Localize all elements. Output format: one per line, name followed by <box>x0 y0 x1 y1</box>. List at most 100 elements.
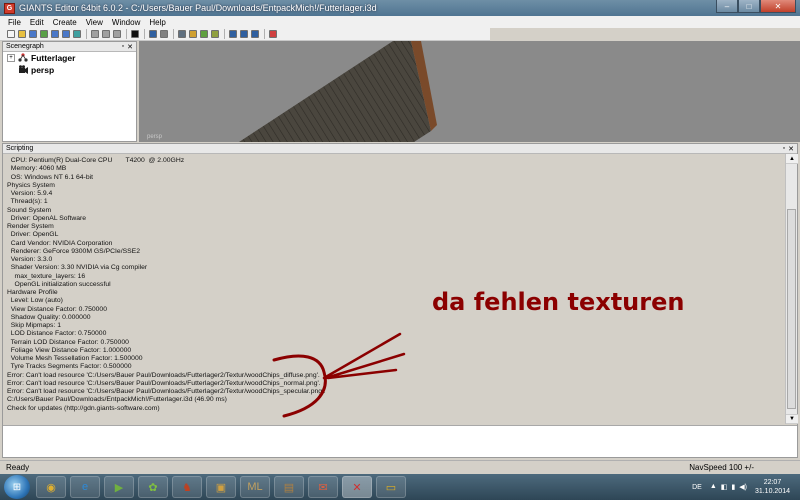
snap-icon-glyph <box>160 30 168 38</box>
3d-viewport[interactable]: persp <box>139 41 800 142</box>
scale-icon-glyph <box>251 30 259 38</box>
toolbar-separator <box>86 29 87 39</box>
select-icon[interactable] <box>148 29 158 39</box>
status-bar: Ready NavSpeed 100 +/- <box>0 460 800 474</box>
menu-window[interactable]: Window <box>108 18 145 27</box>
close-button[interactable]: ✕ <box>760 0 796 13</box>
scroll-down-icon[interactable]: ▼ <box>786 414 798 424</box>
import-icon[interactable] <box>39 29 49 39</box>
undo-icon[interactable] <box>90 29 100 39</box>
move-icon[interactable] <box>228 29 238 39</box>
menu-create[interactable]: Create <box>49 18 82 27</box>
clock-time: 22:07 <box>763 479 782 486</box>
float-panel-icon[interactable]: ▫ <box>783 145 785 153</box>
language-indicator[interactable]: DE <box>692 484 702 491</box>
log-scrollbar[interactable]: ▲ ▼ <box>785 154 798 424</box>
clock[interactable]: 22:07 31.10.2014 <box>755 478 790 496</box>
float-panel-icon[interactable]: ▫ <box>122 43 124 51</box>
log-line: Renderer: GeForce 9300M GS/PCIe/SSE2 <box>7 247 140 255</box>
expand-icon[interactable]: + <box>7 54 15 62</box>
terrain-paint-icon[interactable] <box>188 29 198 39</box>
game-icon-1[interactable]: ♞ <box>172 476 202 498</box>
camera-label: persp <box>147 134 163 140</box>
menu-help[interactable]: Help <box>145 18 170 27</box>
network-icon[interactable]: ▮ <box>731 483 735 491</box>
save-icon-glyph <box>29 30 37 38</box>
roof-model <box>239 41 437 142</box>
script-input[interactable] <box>3 425 797 457</box>
bookmark-icon[interactable] <box>268 29 278 39</box>
show-hidden-icons-icon[interactable]: ▲ <box>710 483 717 491</box>
foliage-paint-icon[interactable] <box>199 29 209 39</box>
farming-sim-icon[interactable]: ✿ <box>138 476 168 498</box>
toolbar-separator <box>144 29 145 39</box>
scenegraph-header: Scenegraph ▫ ✕ <box>3 42 136 52</box>
taskbar-apps: ◉ e ▶ ✿ ♞ ▣ ML ▤ ✉ ✕ ▭ <box>34 476 408 498</box>
export-icon-glyph <box>51 30 59 38</box>
delete-icon-glyph <box>113 30 121 38</box>
open-folder-icon[interactable] <box>17 29 27 39</box>
log-line: Card Vendor: NVIDIA Corporation <box>7 239 113 247</box>
internet-explorer-icon[interactable]: e <box>70 476 100 498</box>
toolbar-separator <box>173 29 174 39</box>
action-center-icon[interactable]: ◧ <box>721 483 728 491</box>
maximize-button[interactable]: □ <box>738 0 760 13</box>
menu-edit[interactable]: Edit <box>26 18 49 27</box>
new-file-icon[interactable] <box>6 29 16 39</box>
chrome-icon[interactable]: ◉ <box>36 476 66 498</box>
toolbar-separator <box>126 29 127 39</box>
reload-icon[interactable] <box>72 29 82 39</box>
tree-item-label: Futterlager <box>31 53 76 63</box>
save-as-icon[interactable] <box>61 29 71 39</box>
game-icon-2[interactable]: ▣ <box>206 476 236 498</box>
camera-icon[interactable] <box>177 29 187 39</box>
log-line: OS: Windows NT 6.1 64-bit <box>7 173 93 181</box>
log-line: Version: 5.9.4 <box>7 190 53 197</box>
window-title: GIANTS Editor 64bit 6.0.2 - C:/Users/Bau… <box>19 3 377 13</box>
menu-bar: File Edit Create View Window Help <box>0 16 800 28</box>
ml-icon[interactable]: ML <box>240 476 270 498</box>
play-icon[interactable] <box>130 29 140 39</box>
mail-icon[interactable]: ✉ <box>308 476 338 498</box>
scenegraph-title: Scenegraph <box>6 43 44 50</box>
terrain-sculpt-icon[interactable] <box>210 29 220 39</box>
redo-icon[interactable] <box>101 29 111 39</box>
tree-item-futterlager[interactable]: + Futterlager <box>3 52 136 64</box>
taskbar: ⊞ ◉ e ▶ ✿ ♞ ▣ ML ▤ ✉ ✕ ▭ DE ▲ ◧ ▮ ◀) 22:07 31.10.2… <box>0 474 800 500</box>
delete-icon[interactable] <box>112 29 122 39</box>
scroll-up-icon[interactable]: ▲ <box>786 154 798 164</box>
redo-icon-glyph <box>102 30 110 38</box>
scroll-thumb[interactable] <box>787 209 796 409</box>
annotation-text: da fehlen texturen <box>432 288 685 316</box>
tree-item-persp[interactable]: persp <box>3 64 136 76</box>
minimize-button[interactable]: – <box>716 0 738 13</box>
rotate-icon[interactable] <box>239 29 249 39</box>
toolbar-separator <box>264 29 265 39</box>
annotation-arrow <box>272 332 406 418</box>
giants-editor-icon[interactable]: ✕ <box>342 476 372 498</box>
title-bar: G GIANTS Editor 64bit 6.0.2 - C:/Users/B… <box>0 0 800 16</box>
volume-icon[interactable]: ◀) <box>739 483 747 491</box>
menu-view[interactable]: View <box>82 18 108 27</box>
save-icon[interactable] <box>28 29 38 39</box>
archive-icon[interactable]: ▤ <box>274 476 304 498</box>
export-icon[interactable] <box>50 29 60 39</box>
snap-icon[interactable] <box>159 29 169 39</box>
scale-icon[interactable] <box>250 29 260 39</box>
camera-icon-glyph <box>178 30 186 38</box>
move-icon-glyph <box>229 30 237 38</box>
scenegraph-panel: Scenegraph ▫ ✕ + Futterlager persp <box>2 41 137 142</box>
folder-icon[interactable]: ▭ <box>376 476 406 498</box>
window-controls: – □ ✕ <box>716 0 796 13</box>
media-icon[interactable]: ▶ <box>104 476 134 498</box>
log-line: Memory: 4060 MB <box>7 165 67 173</box>
menu-file[interactable]: File <box>4 18 26 27</box>
log-line: Thread(s): 1 <box>7 198 48 206</box>
close-panel-icon[interactable]: ✕ <box>788 145 794 153</box>
clock-date: 31.10.2014 <box>754 488 790 495</box>
log-line: Skip Mipmaps: 1 <box>7 322 62 329</box>
transform-group-icon <box>17 52 29 64</box>
windows-orb-icon[interactable]: ⊞ <box>4 475 30 499</box>
import-icon-glyph <box>40 30 48 38</box>
close-panel-icon[interactable]: ✕ <box>127 43 133 51</box>
